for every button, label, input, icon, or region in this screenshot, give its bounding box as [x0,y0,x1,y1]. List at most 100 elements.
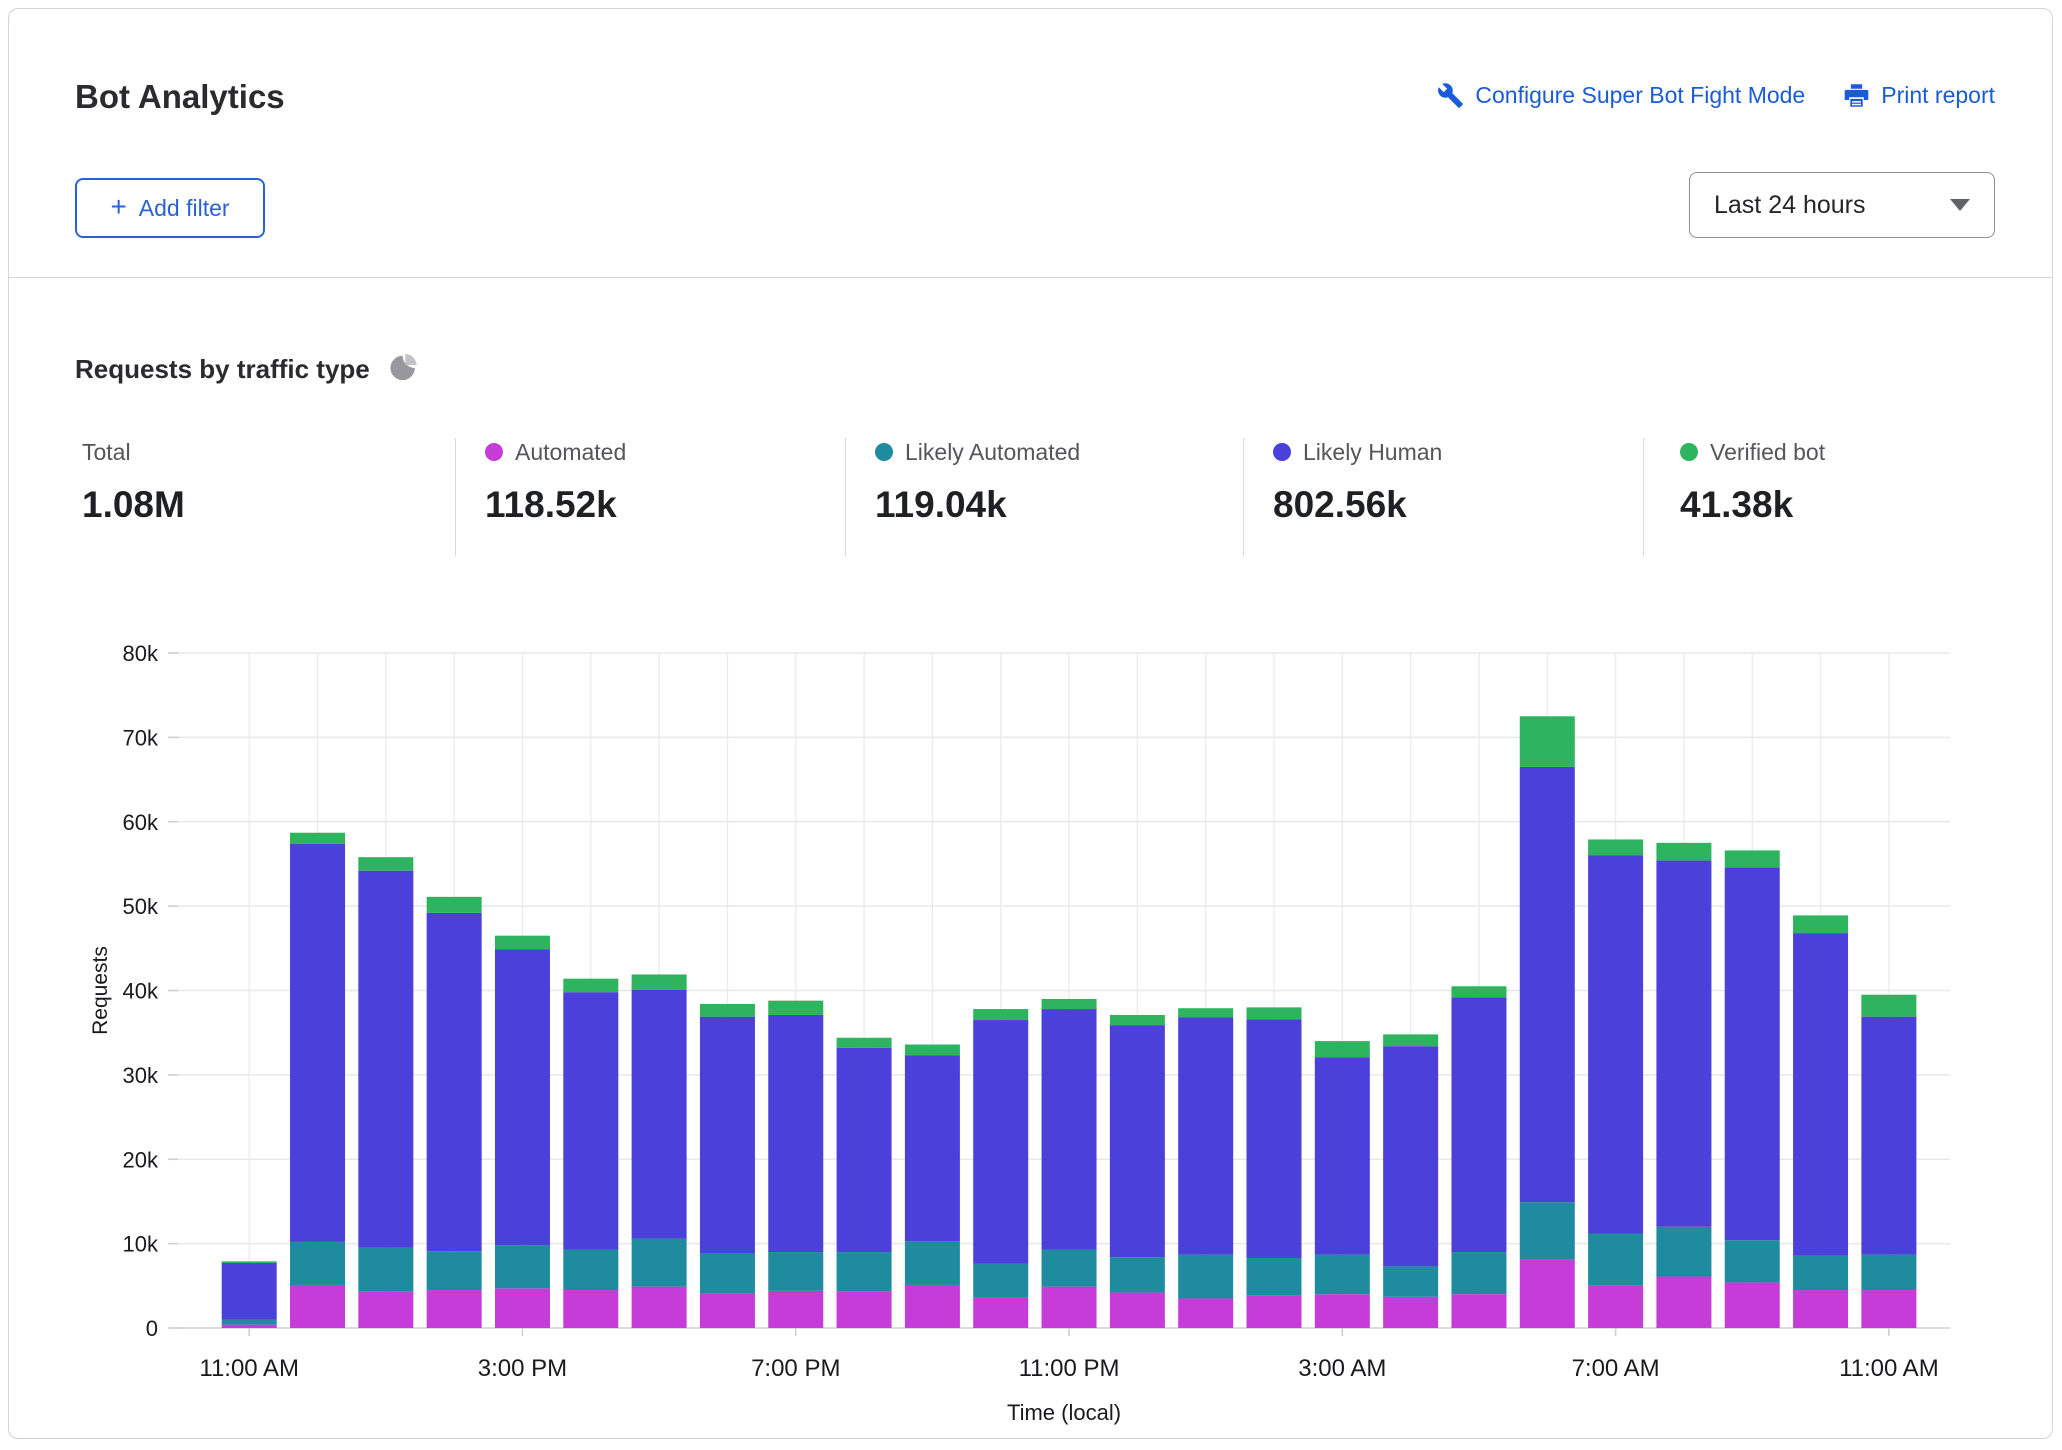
bar-segment-verified-bot[interactable] [632,974,687,989]
bar-segment-likely-human[interactable] [1247,1019,1302,1258]
bar-segment-automated[interactable] [495,1288,550,1328]
bar-segment-verified-bot[interactable] [905,1045,960,1056]
bar-segment-automated[interactable] [1110,1293,1165,1328]
bar-segment-likely-human[interactable] [358,871,413,1248]
bar-segment-automated[interactable] [1247,1295,1302,1328]
bar-segment-verified-bot[interactable] [1383,1034,1438,1046]
bar-segment-likely-human[interactable] [1656,861,1711,1227]
bar-segment-verified-bot[interactable] [973,1009,1028,1020]
bar-segment-automated[interactable] [1178,1298,1233,1328]
bar-segment-automated[interactable] [290,1285,345,1328]
bar-segment-automated[interactable] [1315,1294,1370,1328]
bar-segment-verified-bot[interactable] [358,857,413,871]
bar-segment-verified-bot[interactable] [1793,915,1848,933]
bar-segment-automated[interactable] [1451,1294,1506,1328]
bar-segment-likely-automated[interactable] [1588,1234,1643,1286]
bar-segment-likely-human[interactable] [700,1017,755,1254]
bar-segment-likely-automated[interactable] [358,1248,413,1292]
bar-segment-likely-automated[interactable] [1793,1255,1848,1290]
bar-segment-likely-human[interactable] [427,913,482,1251]
bar-segment-likely-automated[interactable] [1042,1250,1097,1287]
bar-segment-verified-bot[interactable] [1110,1015,1165,1025]
bar-segment-automated[interactable] [768,1291,823,1328]
bar-segment-likely-human[interactable] [905,1055,960,1241]
bar-segment-verified-bot[interactable] [427,897,482,913]
bar-segment-likely-automated[interactable] [1383,1266,1438,1296]
configure-super-bot-fight-mode-link[interactable]: Configure Super Bot Fight Mode [1437,82,1805,109]
print-report-link[interactable]: Print report [1843,82,1995,109]
bar-segment-verified-bot[interactable] [1588,839,1643,855]
bar-segment-verified-bot[interactable] [1656,843,1711,861]
bar-segment-likely-human[interactable] [837,1048,892,1252]
bar-segment-likely-automated[interactable] [1861,1255,1916,1290]
bar-segment-likely-human[interactable] [1178,1018,1233,1255]
bar-segment-verified-bot[interactable] [1042,999,1097,1009]
bar-segment-likely-automated[interactable] [632,1239,687,1287]
bar-segment-likely-human[interactable] [1110,1025,1165,1257]
bar-segment-likely-human[interactable] [973,1020,1028,1264]
bar-segment-automated[interactable] [1861,1290,1916,1328]
bar-segment-verified-bot[interactable] [837,1038,892,1048]
bar-segment-automated[interactable] [973,1298,1028,1328]
bar-segment-likely-automated[interactable] [1110,1257,1165,1292]
bar-segment-automated[interactable] [1042,1287,1097,1328]
bar-segment-likely-automated[interactable] [700,1254,755,1294]
bar-segment-likely-automated[interactable] [1520,1202,1575,1259]
bar-segment-automated[interactable] [222,1325,277,1328]
bar-segment-verified-bot[interactable] [563,979,618,993]
bar-segment-verified-bot[interactable] [700,1004,755,1017]
bar-segment-automated[interactable] [1588,1286,1643,1328]
bar-segment-likely-automated[interactable] [973,1264,1028,1298]
bar-segment-automated[interactable] [563,1290,618,1328]
bar-segment-automated[interactable] [700,1293,755,1328]
bar-segment-likely-automated[interactable] [290,1242,345,1285]
bar-segment-likely-human[interactable] [768,1015,823,1252]
bar-segment-likely-automated[interactable] [1451,1252,1506,1294]
bar-segment-likely-human[interactable] [1315,1057,1370,1254]
bar-segment-verified-bot[interactable] [222,1261,277,1263]
bar-segment-verified-bot[interactable] [1178,1008,1233,1017]
bar-segment-automated[interactable] [1656,1277,1711,1328]
bar-segment-verified-bot[interactable] [1451,986,1506,997]
bar-segment-verified-bot[interactable] [1520,716,1575,767]
bar-segment-automated[interactable] [1383,1297,1438,1328]
bar-segment-likely-automated[interactable] [1178,1255,1233,1299]
bar-segment-automated[interactable] [358,1292,413,1328]
bar-segment-likely-automated[interactable] [768,1252,823,1291]
bar-segment-likely-human[interactable] [1725,867,1780,1240]
bar-segment-likely-automated[interactable] [563,1250,618,1291]
bar-segment-automated[interactable] [1725,1282,1780,1328]
bar-segment-automated[interactable] [1520,1260,1575,1328]
bar-segment-verified-bot[interactable] [1861,995,1916,1017]
bar-segment-automated[interactable] [905,1285,960,1328]
bar-segment-verified-bot[interactable] [1725,850,1780,867]
bar-segment-likely-automated[interactable] [1725,1240,1780,1282]
bar-segment-likely-human[interactable] [1588,856,1643,1234]
bar-segment-likely-automated[interactable] [222,1320,277,1325]
bar-segment-verified-bot[interactable] [290,833,345,844]
time-range-dropdown[interactable]: Last 24 hours [1689,172,1995,238]
bar-segment-likely-human[interactable] [632,990,687,1239]
bar-segment-likely-human[interactable] [563,992,618,1249]
bar-segment-likely-human[interactable] [1042,1009,1097,1249]
bar-segment-likely-automated[interactable] [837,1252,892,1292]
bar-segment-likely-human[interactable] [222,1263,277,1320]
bar-segment-verified-bot[interactable] [768,1001,823,1015]
bar-segment-verified-bot[interactable] [1247,1007,1302,1019]
bar-segment-likely-human[interactable] [1520,767,1575,1202]
bar-segment-likely-automated[interactable] [1315,1255,1370,1295]
bar-segment-likely-human[interactable] [1793,933,1848,1255]
bar-segment-automated[interactable] [1793,1290,1848,1328]
bar-segment-likely-human[interactable] [1861,1017,1916,1255]
bar-segment-likely-automated[interactable] [495,1245,550,1288]
bar-segment-likely-automated[interactable] [427,1251,482,1290]
bar-segment-likely-automated[interactable] [1247,1258,1302,1295]
bar-segment-automated[interactable] [632,1287,687,1328]
bar-segment-automated[interactable] [837,1292,892,1328]
bar-segment-likely-human[interactable] [290,844,345,1242]
bar-segment-likely-human[interactable] [495,949,550,1245]
bar-segment-automated[interactable] [427,1290,482,1328]
bar-segment-verified-bot[interactable] [495,936,550,950]
bar-segment-likely-human[interactable] [1383,1046,1438,1266]
bar-segment-likely-automated[interactable] [905,1241,960,1285]
